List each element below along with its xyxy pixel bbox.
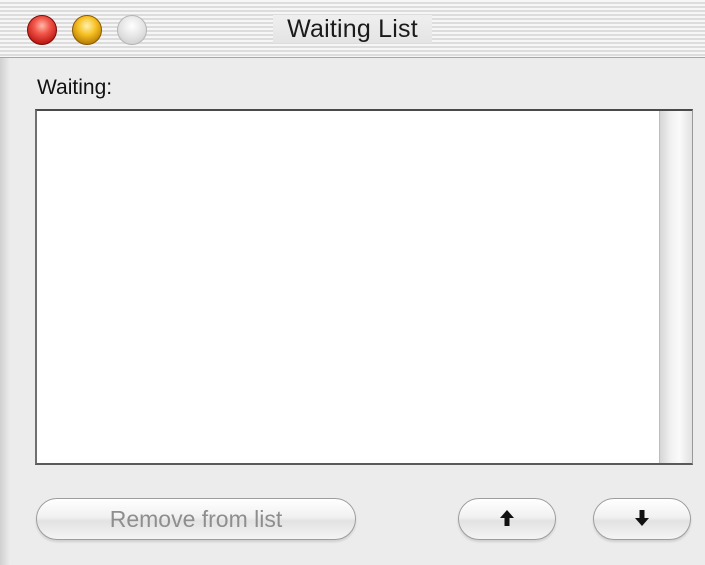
waiting-list-window: Waiting List Waiting: Remove from list xyxy=(0,0,705,565)
remove-from-list-button[interactable]: Remove from list xyxy=(36,498,356,540)
arrow-down-icon xyxy=(634,509,650,530)
arrow-up-icon-svg xyxy=(500,509,514,526)
waiting-label: Waiting: xyxy=(37,76,113,99)
move-up-button[interactable] xyxy=(458,498,556,540)
title-bar[interactable]: Waiting List xyxy=(0,0,705,58)
remove-from-list-label: Remove from list xyxy=(109,505,283,532)
vertical-scrollbar[interactable] xyxy=(659,111,692,463)
arrow-down-icon-svg xyxy=(635,509,649,526)
arrow-up-icon xyxy=(499,509,515,530)
window-title: Waiting List xyxy=(273,15,432,43)
waiting-list-box[interactable] xyxy=(35,109,693,465)
window-title-container: Waiting List xyxy=(0,15,705,44)
window-edge-shadow xyxy=(0,58,10,565)
move-down-button[interactable] xyxy=(593,498,691,540)
